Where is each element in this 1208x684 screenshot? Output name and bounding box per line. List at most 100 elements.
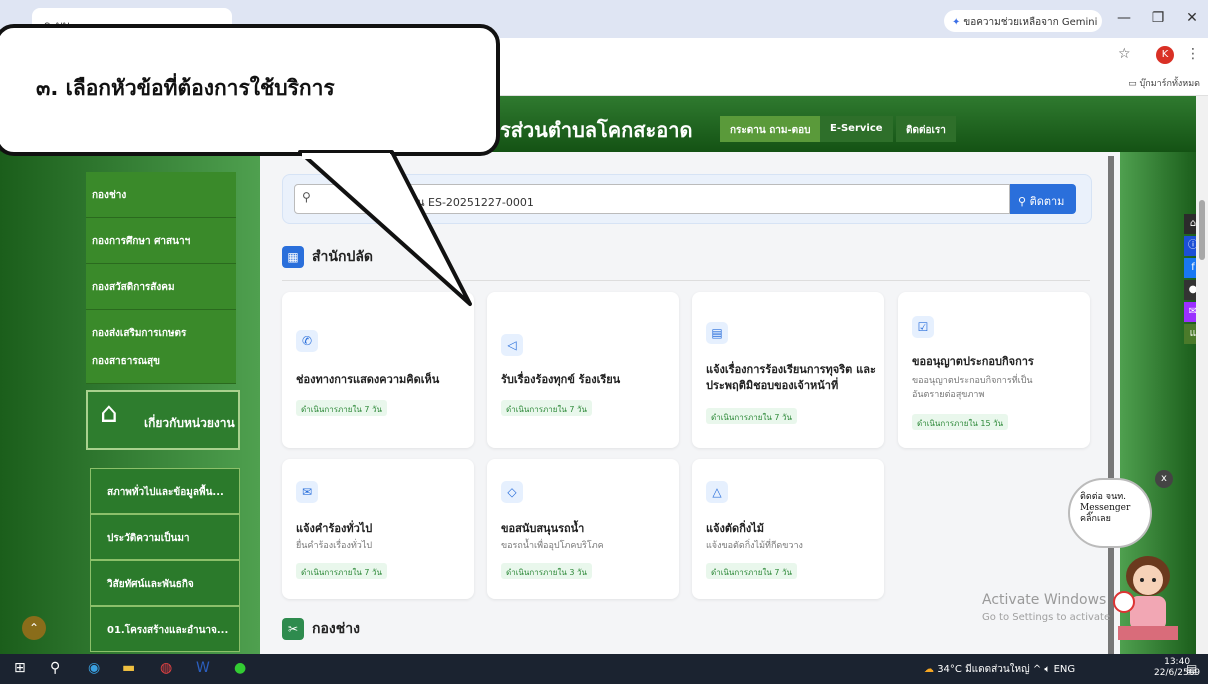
duration-badge: ดำเนินการภายใน 7 วัน [706, 563, 797, 579]
duration-badge: ดำเนินการภายใน 7 วัน [296, 563, 387, 579]
duration-badge: ดำเนินการภายใน 3 วัน [501, 563, 592, 579]
service-card[interactable]: △ แจ้งตัดกิ่งไม้ แจ้งขอตัดกิ่งไม้ที่กีดข… [692, 459, 884, 599]
clipboard-icon: ☑ [912, 316, 934, 338]
card-title: แจ้งตัดกิ่งไม้ [706, 522, 765, 535]
gemini-button[interactable]: ✦ ขอความช่วยเหลือจาก Gemini [944, 10, 1102, 32]
activation-watermark-sub: Go to Settings to activate [982, 612, 1111, 623]
line-icon[interactable]: ● [234, 660, 246, 676]
all-bookmarks-label: บุ๊กมาร์กทั้งหมด [1139, 79, 1200, 89]
water-drop-icon: ◇ [501, 481, 523, 503]
duration-badge: ดำเนินการภายใน 7 วัน [501, 400, 592, 416]
info-icon[interactable]: ⓘ [1184, 236, 1196, 256]
card-description: ขออนุญาตประกอบกิจการที่เป็นอันตรายต่อสุข… [912, 376, 1033, 400]
track-button-label: ติดตาม [1029, 195, 1065, 208]
word-icon[interactable]: W [196, 660, 210, 676]
weather-icon: ☁ [924, 664, 938, 675]
volume-icon[interactable]: 🔈︎ [1044, 664, 1053, 675]
facebook-icon[interactable]: f [1184, 258, 1196, 278]
service-card[interactable]: ✆ ช่องทางการแสดงความคิดเห็น ดำเนินการภาย… [282, 292, 474, 448]
mail-icon: ✉ [296, 481, 318, 503]
sidebar-item-education[interactable]: กองการศึกษา ศาสนาฯ [86, 218, 236, 264]
card-description: แจ้งขอตัดกิ่งไม้ที่กีดขวาง [706, 541, 803, 551]
search-icon[interactable]: ⚲ [50, 660, 60, 676]
search-icon: ⚲ [302, 190, 311, 204]
messenger-line3: คลิ๊กเลย [1080, 514, 1111, 524]
nav-e-service[interactable]: E-Service [820, 116, 893, 142]
card-description: ยื่นคำร้องเรื่องทั่วไป [296, 541, 373, 551]
page-scrollbar[interactable] [1196, 96, 1208, 654]
card-title: ขอสนับสนุนรถน้ำ [501, 522, 585, 535]
section-title-office: ▦ สำนักปลัด [282, 246, 373, 276]
weather-text[interactable]: 34°C มีแดดส่วนใหญ่ [937, 664, 1029, 675]
tree-icon: △ [706, 481, 728, 503]
duration-badge: ดำเนินการภายใน 7 วัน [296, 400, 387, 416]
notification-icon[interactable]: ▤ [1186, 662, 1197, 676]
divider [282, 280, 1090, 281]
tools-icon: ✂ [282, 618, 304, 640]
card-description: ขอรถน้ำเพื่ออุปโภคบริโภค [501, 541, 604, 551]
windows-start-icon[interactable]: ⊞ [14, 660, 26, 676]
sidebar-item-public-health[interactable]: กองสาธารณสุข [86, 338, 236, 384]
sidebar-sub-structure[interactable]: 01.โครงสร้างและอำนาจ... [90, 606, 240, 652]
menu-kebab-icon[interactable]: ⋮ [1186, 46, 1200, 62]
service-card[interactable]: ☑ ขออนุญาตประกอบกิจการ ขออนุญาตประกอบกิจ… [898, 292, 1090, 448]
service-card[interactable]: ◁ รับเรื่องร้องทุกข์ ร้องเรียน ดำเนินการ… [487, 292, 679, 448]
section-title-engineering-label: กองช่าง [312, 621, 360, 637]
home-icon: ⌂ [100, 396, 118, 429]
side-tab[interactable]: แบ [1184, 324, 1196, 344]
card-title: แจ้งเรื่องการร้องเรียนการทุจริต และประพฤ… [706, 363, 876, 392]
file-explorer-icon[interactable]: ▬ [122, 660, 135, 676]
card-title: แจ้งคำร้องทั่วไป [296, 522, 373, 535]
messenger-line1: ติดต่อ จนท. [1080, 492, 1127, 502]
minimize-icon[interactable]: — [1112, 10, 1136, 26]
page-scrollbar-thumb[interactable] [1199, 200, 1205, 260]
restore-icon[interactable]: ❐ [1146, 10, 1170, 26]
card-title: ขออนุญาตประกอบกิจการ [912, 355, 1034, 368]
section-title-office-label: สำนักปลัด [312, 249, 374, 265]
megaphone-icon: ◁ [501, 334, 523, 356]
service-card[interactable]: ✉ แจ้งคำร้องทั่วไป ยื่นคำร้องเรื่องทั่วไ… [282, 459, 474, 599]
sidebar-sub-history[interactable]: ประวัติความเป็นมา [90, 514, 240, 560]
tray-arrow-icon[interactable]: ^ [1033, 664, 1045, 675]
nav-contact[interactable]: ติดต่อเรา [896, 116, 956, 142]
language-indicator[interactable]: ENG [1054, 664, 1076, 675]
close-icon[interactable]: x [1155, 470, 1173, 488]
folder-icon: ▭ [1128, 79, 1140, 89]
track-button[interactable]: ⚲ ติดตาม [1010, 184, 1076, 214]
service-card[interactable]: ◇ ขอสนับสนุนรถน้ำ ขอรถน้ำเพื่ออุปโภคบริโ… [487, 459, 679, 599]
section-title-engineering: ✂ กองช่าง [282, 618, 360, 648]
mail-icon[interactable]: ✉ [1184, 302, 1196, 322]
phone-icon: ✆ [296, 330, 318, 352]
document-icon: ▤ [706, 322, 728, 344]
card-title: รับเรื่องร้องทุกข์ ร้องเรียน [501, 373, 621, 386]
search-icon: ⚲ [1018, 195, 1030, 208]
sidebar-sub-overview[interactable]: สภาพทั่วไปและข้อมูลพื้น... [90, 468, 240, 514]
messenger-bubble[interactable]: ติดต่อ จนท. Messenger คลิ๊กเลย [1068, 478, 1152, 548]
gemini-label: ขอความช่วยเหลือจาก Gemini [963, 17, 1098, 28]
bookmark-star-icon[interactable]: ☆ [1118, 46, 1131, 62]
sidebar-sub-vision[interactable]: วิสัยทัศน์และพันธกิจ [90, 560, 240, 606]
home-icon[interactable]: ⌂ [1184, 214, 1196, 234]
tracking-input[interactable]: น ES-20251227-0001 [294, 184, 1010, 214]
chrome-icon[interactable]: ◍ [160, 660, 172, 676]
mascot-girl-icon[interactable] [1108, 546, 1186, 642]
sidebar-item-engineering[interactable]: กองช่าง [86, 172, 236, 218]
site-title: รส่วนตำบลโคกสะอาด [500, 118, 693, 142]
nav-qa-board[interactable]: กระดาน ถาม-ตอบ [720, 116, 821, 142]
duration-badge: ดำเนินการภายใน 7 วัน [706, 408, 797, 424]
all-bookmarks[interactable]: ▭ บุ๊กมาร์กทั้งหมด [1128, 76, 1200, 90]
activation-watermark: Activate Windows [982, 592, 1107, 608]
close-window-icon[interactable]: ✕ [1180, 10, 1204, 26]
web-page: รส่วนตำบลโคกสะอาด กระดาน ถาม-ตอบ E-Servi… [0, 96, 1196, 654]
edge-icon[interactable]: ◉ [88, 660, 100, 676]
card-title: ช่องทางการแสดงความคิดเห็น [296, 373, 440, 386]
user-icon[interactable]: ● [1184, 280, 1196, 300]
scroll-up-button[interactable]: ⌃ [22, 616, 46, 640]
profile-avatar[interactable]: K [1156, 46, 1174, 64]
service-card[interactable]: ▤ แจ้งเรื่องการร้องเรียนการทุจริต และประ… [692, 292, 884, 448]
system-tray: ☁ 34°C มีแดดส่วนใหญ่ ^ 🔈︎ ENG [924, 662, 1075, 677]
messenger-line2: Messenger [1080, 503, 1131, 513]
sidebar-item-welfare[interactable]: กองสวัสดิการสังคม [86, 264, 236, 310]
duration-badge: ดำเนินการภายใน 15 วัน [912, 414, 1009, 430]
building-icon: ▦ [282, 246, 304, 268]
